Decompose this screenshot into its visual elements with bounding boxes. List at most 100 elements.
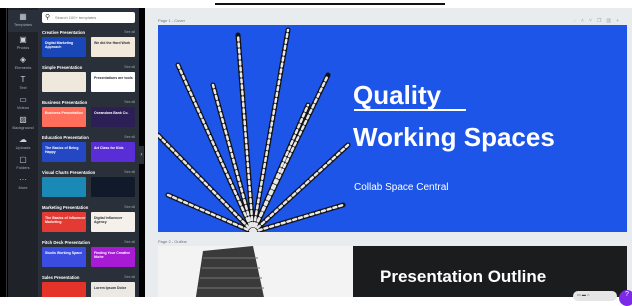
page-1-label: Page 1 - Cover — [158, 18, 185, 23]
search-icon: ⚲ — [45, 14, 51, 21]
rail-item-label: Templates — [13, 22, 33, 27]
text-icon: T — [20, 75, 26, 84]
thumbnail-text: The Basics of Being Happy — [45, 146, 79, 154]
rail-item-label: More — [18, 185, 28, 190]
rail-item-elements[interactable]: ◈ Elements — [8, 53, 38, 75]
rail-item-folders[interactable]: ▢ Folders — [8, 153, 38, 175]
template-thumbnail[interactable]: Digital Marketing Approach — [42, 37, 86, 57]
see-all-link[interactable]: See all — [124, 170, 135, 174]
template-thumbnail[interactable]: The Basics of Influencer Marketing — [42, 212, 86, 232]
see-all-link[interactable]: See all — [124, 30, 135, 34]
thumbnail-text: Art Class for Kids — [94, 146, 124, 150]
see-all-link[interactable]: See all — [124, 205, 135, 209]
folder-icon: ▢ — [19, 155, 27, 164]
slide-outline[interactable]: Presentation Outline — [158, 246, 627, 297]
chevron-left-icon: ‹ — [140, 152, 143, 158]
rail-item-templates[interactable]: ▦ Templates — [8, 10, 38, 32]
rail-item-label: Background — [12, 125, 34, 130]
template-thumbnail[interactable]: Business Presentation — [42, 107, 86, 127]
section-title: Business Presentation — [42, 100, 88, 105]
thumbnail-text: We did the Hard Work — [94, 41, 131, 45]
thumbnail-text: Presentations are tools — [94, 76, 133, 80]
rail-item-label: Text — [19, 85, 27, 90]
section-title: Pitch Deck Presentation — [42, 240, 90, 245]
rail-item-background[interactable]: ▨ Background — [8, 113, 38, 135]
rail-item-text[interactable]: T Text — [8, 73, 38, 95]
background-icon: ▨ — [19, 115, 27, 124]
add-page-icon[interactable]: + — [616, 18, 624, 24]
template-thumbnail[interactable]: We did the Hard Work — [91, 37, 135, 57]
title-underline — [354, 109, 466, 111]
upload-icon: ☁ — [19, 135, 27, 144]
slide-subtitle[interactable]: Collab Space Central — [354, 182, 449, 193]
building-photo — [158, 246, 353, 297]
slide-title-line2[interactable]: Working Spaces — [353, 122, 555, 153]
template-thumbnail[interactable] — [91, 177, 135, 197]
see-all-link[interactable]: See all — [124, 135, 135, 139]
shapes-icon: ◈ — [19, 55, 27, 64]
page-toolbar: ◌˄˅❐▥+ — [573, 18, 624, 24]
video-icon: ▭ — [19, 95, 27, 104]
side-rail: ▦ Templates ▣ Photos ◈ Elements T Text ▭… — [8, 8, 38, 297]
plant-photo — [158, 25, 358, 232]
zoom-icon: ▭ ▬ ⌂ — [577, 292, 590, 297]
duplicate-icon[interactable]: ❐ — [597, 18, 606, 24]
outline-title[interactable]: Presentation Outline — [380, 267, 546, 287]
help-button[interactable]: ? — [619, 290, 632, 306]
section-title: Visual Charts Presentation — [42, 170, 96, 175]
template-thumbnail[interactable]: Oceandora Bank Co. — [91, 107, 135, 127]
thumbnail-text: Digital Marketing Approach — [45, 41, 74, 49]
design-canvas: Page 1 - Cover ◌˄˅❐▥+ Quality Working Sp… — [145, 8, 632, 297]
thumbnail-text: Business Presentation — [45, 111, 83, 115]
thumbnail-text: Studio Working Space — [45, 251, 83, 255]
template-thumbnail[interactable]: The Basics of Being Happy — [42, 142, 86, 162]
rail-item-uploads[interactable]: ☁ Uploads — [8, 133, 38, 155]
top-bar — [0, 0, 632, 8]
search-input[interactable] — [55, 13, 131, 22]
section-title: Marketing Presentation — [42, 205, 89, 210]
see-all-link[interactable]: See all — [124, 65, 135, 69]
thumbnail-text: The Basics of Influencer Marketing — [45, 216, 86, 224]
template-thumbnail[interactable] — [42, 72, 86, 92]
rail-item-label: Photos — [16, 45, 30, 50]
image-icon: ▣ — [19, 35, 27, 44]
trash-icon[interactable]: ▥ — [606, 18, 616, 24]
section-title: Simple Presentation — [42, 65, 83, 70]
see-all-link[interactable]: See all — [124, 100, 135, 104]
rail-item-label: Uploads — [15, 145, 31, 150]
thumbnail-text: Finding Your Creative Niche — [94, 251, 131, 259]
section-title: Creative Presentation — [42, 30, 86, 35]
eye-icon[interactable]: ◌ — [573, 18, 581, 24]
template-thumbnail[interactable]: Studio Working Space — [42, 247, 86, 267]
header-divider — [215, 3, 445, 5]
template-thumbnail[interactable]: Art Class for Kids — [91, 142, 135, 162]
thumbnail-text: Digital Influencer Agency — [94, 216, 123, 224]
rail-item-label: Folders — [16, 165, 30, 170]
slide-title-line1[interactable]: Quality — [353, 80, 441, 111]
thumbnail-text: Lorem Ipsum Dolor — [94, 286, 127, 290]
rail-item-more[interactable]: ··· More — [8, 173, 38, 195]
rail-item-photos[interactable]: ▣ Photos — [8, 33, 38, 55]
page-2-label: Page 2 - Outline — [158, 239, 187, 244]
section-title: Education Presentation — [42, 135, 89, 140]
template-thumbnail[interactable]: Digital Influencer Agency — [91, 212, 135, 232]
rail-item-label: Elements — [14, 65, 32, 70]
see-all-link[interactable]: See all — [124, 275, 135, 279]
template-thumbnail[interactable] — [42, 282, 86, 297]
slide-cover[interactable]: Quality Working Spaces Collab Space Cent… — [158, 25, 627, 232]
chevron-up-icon[interactable]: ˄ — [581, 18, 589, 24]
template-thumbnail[interactable]: Presentations are tools — [91, 72, 135, 92]
rail-item-videos[interactable]: ▭ Videos — [8, 93, 38, 115]
template-thumbnail[interactable]: Finding Your Creative Niche — [91, 247, 135, 267]
chevron-down-icon[interactable]: ˅ — [589, 18, 597, 24]
see-all-link[interactable]: See all — [124, 240, 135, 244]
search-box[interactable]: ⚲ — [42, 12, 135, 23]
zoom-control[interactable]: ▭ ▬ ⌂ — [573, 291, 617, 301]
section-title: Sales Presentation — [42, 275, 80, 280]
template-thumbnail[interactable]: Lorem Ipsum Dolor — [91, 282, 135, 297]
template-icon: ▦ — [19, 12, 27, 21]
thumbnail-text: Oceandora Bank Co. — [94, 111, 129, 115]
template-panel: ⚲ Creative Presentation See all Digital Ma… — [38, 8, 139, 297]
collapse-panel-button[interactable]: ‹ — [139, 146, 144, 164]
template-thumbnail[interactable] — [42, 177, 86, 197]
